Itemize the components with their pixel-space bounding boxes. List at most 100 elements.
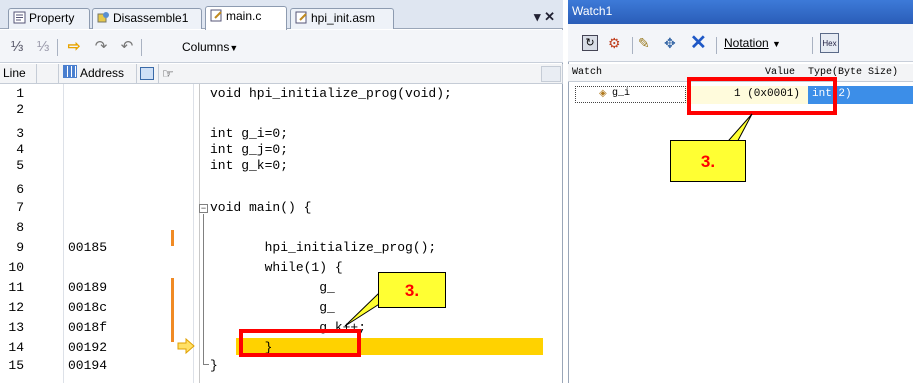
annotation-box <box>239 329 361 357</box>
line-address: 00192 <box>68 340 108 355</box>
line-address: 0018f <box>68 320 108 335</box>
line-number: 15 <box>8 358 24 373</box>
line-number: 11 <box>8 280 24 295</box>
chevron-down-icon: ▼ <box>772 39 781 49</box>
tab-main-c-label: main.c <box>226 9 262 23</box>
source-display-icon[interactable]: ⅓ <box>34 37 52 57</box>
code-text: while(1) { <box>210 260 343 275</box>
code-text: int g_k=0; <box>210 158 289 173</box>
line-number: 8 <box>16 220 24 235</box>
register-icon[interactable]: ⚙ <box>608 35 626 51</box>
code-row: 10 while(1) { <box>0 260 563 276</box>
col-header-line[interactable]: Line <box>0 64 37 84</box>
code-row: 15 00194 } <box>0 358 563 374</box>
columns-label: Columns <box>182 40 230 54</box>
editor-scroll-up[interactable] <box>541 66 561 82</box>
code-text: hpi_initialize_prog(); <box>210 240 437 255</box>
watch-header-watch[interactable]: Watch <box>572 64 602 82</box>
line-address: 00194 <box>68 358 108 373</box>
tab-property-label: Property <box>29 11 75 25</box>
line-number: 14 <box>8 340 24 355</box>
tab-hpi-init-asm-label: hpi_init.asm <box>311 11 376 25</box>
hex-toggle-button[interactable]: Hex <box>820 33 839 53</box>
col-header-blank <box>37 64 59 84</box>
code-row: 11 00189 g_ <box>0 280 563 296</box>
col-header-address[interactable]: Address <box>59 64 137 84</box>
line-number: 9 <box>16 240 24 255</box>
watch-toolbar: ↻ ⚙ ✎ ✥ ✕ Notation ▼ Hex <box>568 24 913 62</box>
line-number: 1 <box>16 86 24 101</box>
editor-column-header: Line Address ☞ <box>0 64 563 84</box>
line-number: 5 <box>16 158 24 173</box>
tab-property[interactable]: Property <box>8 8 90 29</box>
annotation-box <box>687 77 837 115</box>
property-icon <box>13 11 26 24</box>
editor-toolbar: ⅓ ⅓ ⇨ ↷ ↶ Columns▼ <box>0 30 563 63</box>
code-text: g_ <box>210 300 335 315</box>
refresh-icon[interactable]: ↻ <box>582 35 598 51</box>
code-row: 4 int g_j=0; <box>0 142 563 158</box>
step-back-icon[interactable]: ↶ <box>116 37 138 57</box>
col-header-address-label: Address <box>80 66 125 80</box>
code-text: g_ <box>210 280 335 295</box>
event-column-icon[interactable] <box>137 64 159 84</box>
line-number: 2 <box>16 102 24 117</box>
address-grid-icon <box>63 65 77 78</box>
columns-menu[interactable]: Columns▼ <box>182 37 238 57</box>
line-number: 6 <box>16 182 24 197</box>
variable-icon: ◈ <box>599 88 607 99</box>
notation-label: Notation <box>724 36 769 50</box>
tab-close-controls[interactable]: ▾ ✕ <box>515 9 555 25</box>
toolbar-separator <box>716 37 717 54</box>
columns-label-spacer <box>150 37 176 57</box>
chevron-down-icon: ▼ <box>229 43 239 53</box>
code-row: 2 <box>0 102 563 118</box>
tab-main-c[interactable]: main.c <box>205 6 287 30</box>
line-address: 00189 <box>68 280 108 295</box>
toolbar-separator <box>632 37 633 54</box>
line-number: 13 <box>8 320 24 335</box>
code-row: 9 00185 hpi_initialize_prog(); <box>0 240 563 256</box>
code-text: void hpi_initialize_prog(void); <box>210 86 452 101</box>
toolbar-separator <box>57 39 58 56</box>
tab-disassemble-label: Disassemble1 <box>113 11 189 25</box>
watch-title: Watch1 <box>568 0 913 24</box>
tab-hpi-init-asm[interactable]: hpi_init.asm <box>290 8 394 29</box>
code-text: int g_i=0; <box>210 126 289 141</box>
code-text: } <box>210 358 218 373</box>
code-row: 5 int g_k=0; <box>0 158 563 174</box>
editor-tab-bar: Property Disassemble1 main.c hpi_init.as… <box>0 0 563 30</box>
pointer-column-icon[interactable]: ☞ <box>159 64 563 84</box>
line-number: 4 <box>16 142 24 157</box>
line-address: 0018c <box>68 300 108 315</box>
line-number: 10 <box>8 260 24 275</box>
line-number: 3 <box>16 126 24 141</box>
annotation-callout: 3. <box>378 272 446 308</box>
mixed-display-icon[interactable]: ⅓ <box>8 37 26 57</box>
go-to-pc-icon[interactable]: ⇨ <box>63 37 85 57</box>
line-address: 00185 <box>68 240 108 255</box>
disassemble-icon <box>97 12 109 23</box>
step-over-icon[interactable]: ↷ <box>90 37 112 57</box>
source-file-icon <box>295 11 307 24</box>
add-watch-icon[interactable]: ✎ <box>638 35 658 51</box>
line-number: 7 <box>16 200 24 215</box>
tab-disassemble[interactable]: Disassemble1 <box>92 8 202 29</box>
code-text: void main() { <box>210 200 312 215</box>
code-row: 8 <box>0 220 563 236</box>
code-row: 12 0018c g_ <box>0 300 563 316</box>
code-row: 7 void main() { <box>0 200 563 216</box>
code-row: 6 <box>0 182 563 198</box>
notation-menu[interactable]: Notation ▼ <box>724 35 781 51</box>
line-number: 12 <box>8 300 24 315</box>
code-row: 1 void hpi_initialize_prog(void); <box>0 86 563 102</box>
delete-icon[interactable]: ✕ <box>690 33 710 53</box>
code-text: int g_j=0; <box>210 142 289 157</box>
toolbar-separator <box>141 39 142 56</box>
watch-name: g_i <box>612 88 631 99</box>
watch-expand-icon[interactable]: ✥ <box>664 35 684 51</box>
toolbar-separator <box>812 37 813 54</box>
code-row: 3 int g_i=0; <box>0 126 563 142</box>
annotation-callout: 3. <box>670 140 746 182</box>
source-file-icon <box>210 9 222 22</box>
